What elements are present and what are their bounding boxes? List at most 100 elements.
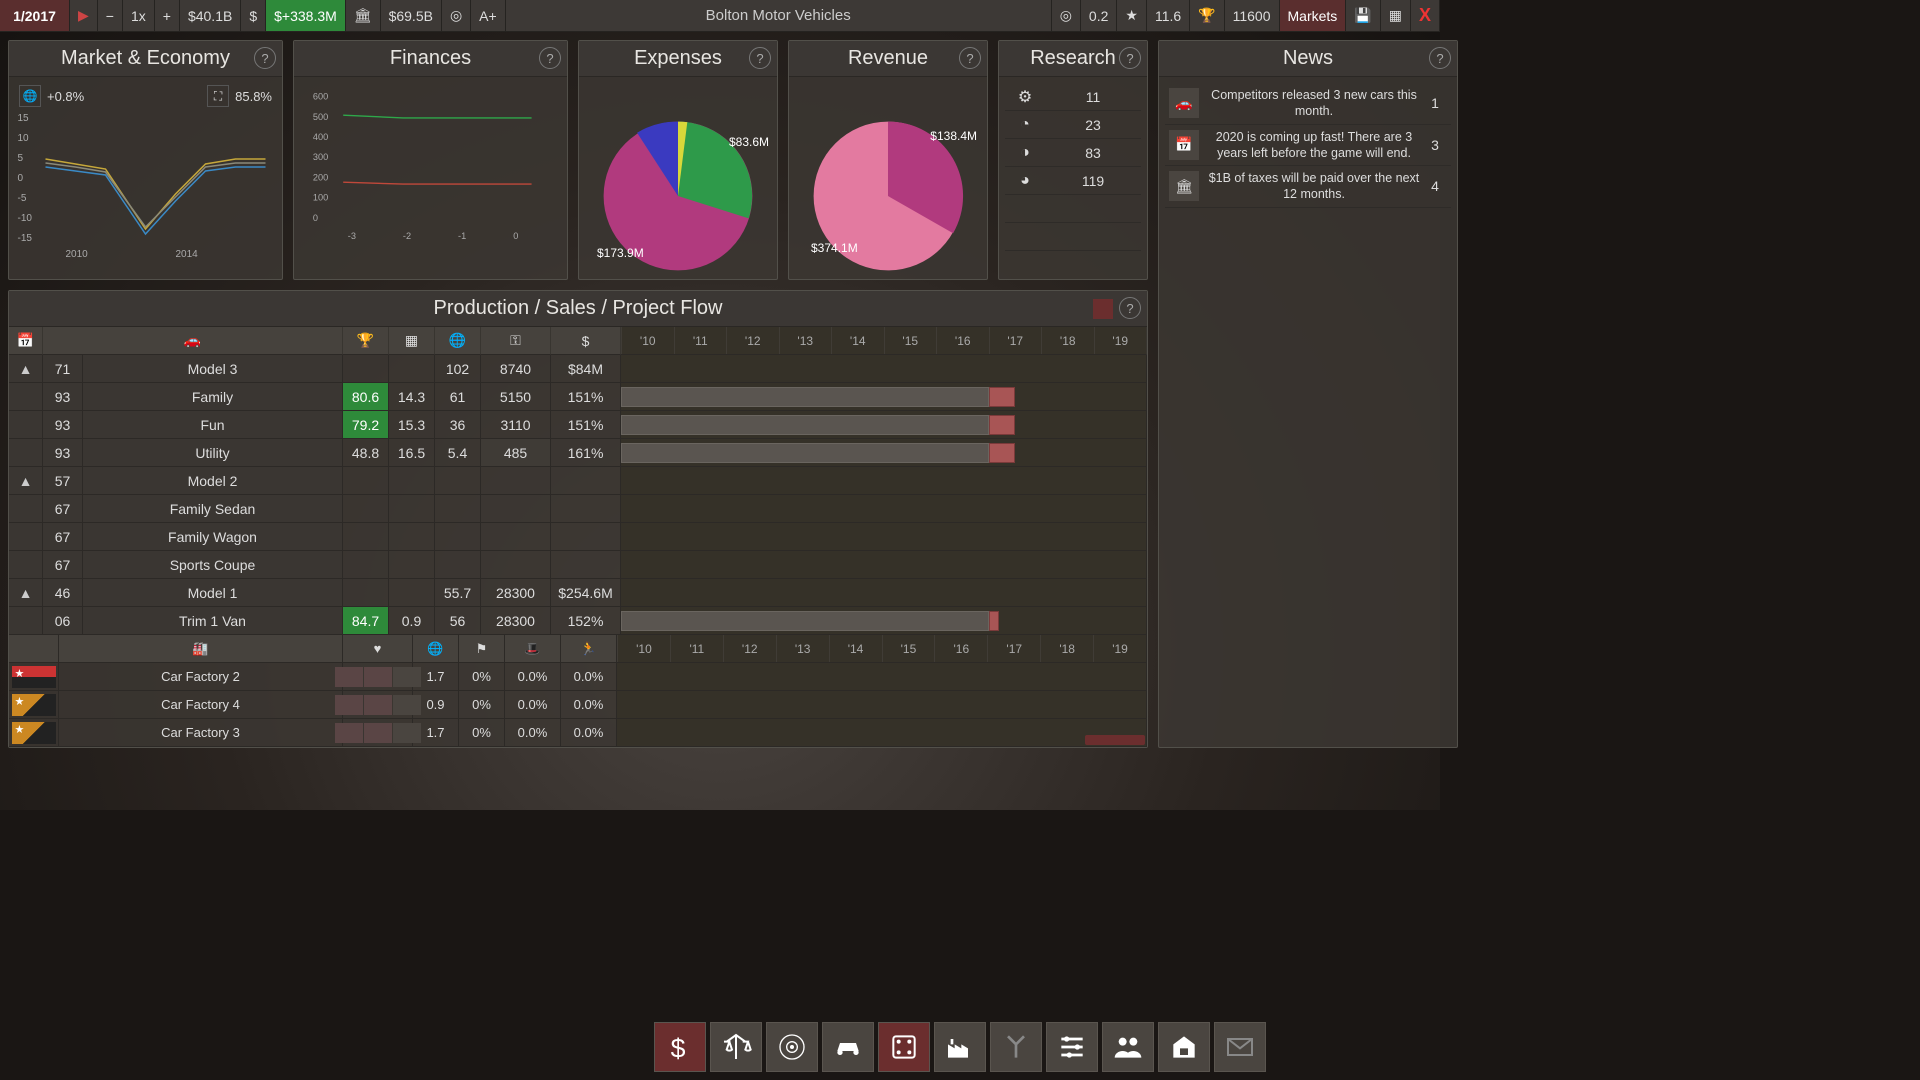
expand-toggle[interactable] <box>9 411 43 439</box>
cell: 48.8 <box>343 439 389 467</box>
news-item[interactable]: 📅 2020 is coming up fast! There are 3 ye… <box>1165 125 1451 167</box>
cell: 151% <box>551 383 621 411</box>
trophy-col-icon[interactable]: 🏆 <box>343 327 389 355</box>
table-row[interactable]: 06Trim 1 Van 84.7 0.9 56 28300 152% <box>9 607 1147 635</box>
year-label: '16 <box>936 327 989 354</box>
row-name: 67Family Wagon <box>43 523 343 551</box>
cell: 14.3 <box>389 383 435 411</box>
close-button[interactable]: X <box>1411 0 1440 31</box>
nav-target-button[interactable] <box>766 1022 818 1072</box>
timeline[interactable] <box>621 383 1147 411</box>
svg-text:-3: -3 <box>348 231 356 241</box>
table-row[interactable]: ▲ 57Model 2 <box>9 467 1147 495</box>
research-row[interactable]: ◕ 119 <box>1005 167 1141 195</box>
table-row[interactable]: ▲ 71Model 3 102 8740 $84M <box>9 355 1147 383</box>
table-row[interactable]: 93Fun 79.2 15.3 36 3110 151% <box>9 411 1147 439</box>
hat-icon[interactable]: 🎩 <box>505 635 561 663</box>
factory-row[interactable]: Car Factory 2 1.7 0% 0.0% 0.0% <box>9 663 1147 691</box>
research-row[interactable] <box>1005 195 1141 223</box>
factory-row[interactable]: Car Factory 3 1.7 0% 0.0% 0.0% <box>9 719 1147 747</box>
factory-name: Car Factory 4 <box>59 691 343 719</box>
expand-toggle[interactable] <box>9 523 43 551</box>
expand-toggle[interactable] <box>9 551 43 579</box>
fullscreen-icon[interactable]: ⛶ <box>207 85 229 107</box>
help-icon[interactable]: ? <box>1119 297 1141 319</box>
nav-car-button[interactable] <box>822 1022 874 1072</box>
calendar-icon[interactable]: 📅 <box>9 327 43 355</box>
cell <box>435 523 481 551</box>
table-header: 📅 🚗 🏆 ▦ 🌐 ⚿ $ '10'11'12'13'14'15'16'17'1… <box>9 327 1147 355</box>
expand-toggle[interactable] <box>9 607 43 635</box>
cell: 151% <box>551 411 621 439</box>
timeline[interactable] <box>617 719 1147 747</box>
table-row[interactable]: 67Sports Coupe <box>9 551 1147 579</box>
timeline[interactable] <box>621 439 1147 467</box>
nav-dice-button[interactable] <box>878 1022 930 1072</box>
table-row[interactable]: 67Family Wagon <box>9 523 1147 551</box>
timeline[interactable] <box>621 467 1147 495</box>
help-icon[interactable]: ? <box>539 47 561 69</box>
news-item[interactable]: 🚗 Competitors released 3 new cars this m… <box>1165 83 1451 125</box>
help-icon[interactable]: ? <box>959 47 981 69</box>
play-button[interactable]: ▶ <box>70 0 98 31</box>
help-icon[interactable]: ? <box>1429 47 1451 69</box>
factory-row[interactable]: Car Factory 4 0.9 0% 0.0% 0.0% <box>9 691 1147 719</box>
timeline[interactable] <box>621 411 1147 439</box>
heart-icon[interactable]: ♥ <box>343 635 413 663</box>
research-row[interactable] <box>1005 223 1141 251</box>
table-row[interactable]: 93Family 80.6 14.3 61 5150 151% <box>9 383 1147 411</box>
globe-col-icon[interactable]: 🌐 <box>435 327 481 355</box>
speed-up-button[interactable]: + <box>155 0 180 31</box>
timeline[interactable] <box>621 579 1147 607</box>
save-icon[interactable]: 💾 <box>1346 0 1380 31</box>
pie-label: $374.1M <box>811 241 858 255</box>
company-name: Bolton Motor Vehicles <box>506 0 1052 31</box>
research-row[interactable]: ◑ 83 <box>1005 139 1141 167</box>
globe-icon: 🌐 <box>19 85 41 107</box>
timeline[interactable] <box>621 551 1147 579</box>
table-row[interactable]: 67Family Sedan <box>9 495 1147 523</box>
flag-col-icon[interactable]: ⚑ <box>459 635 505 663</box>
key-col-icon[interactable]: ⚿ <box>481 327 551 355</box>
markets-button[interactable]: Markets <box>1280 0 1347 31</box>
speed-down-button[interactable]: − <box>98 0 123 31</box>
expand-toggle[interactable]: ▲ <box>9 579 43 607</box>
nav-sliders-button[interactable] <box>1046 1022 1098 1072</box>
scrollbar[interactable] <box>1085 735 1145 745</box>
menu-icon[interactable]: ▦ <box>1381 0 1411 31</box>
table-row[interactable]: ▲ 46Model 1 55.7 28300 $254.6M <box>9 579 1147 607</box>
expand-toggle[interactable]: ▲ <box>9 355 43 383</box>
nav-building-button[interactable] <box>1158 1022 1210 1072</box>
research-row[interactable]: ⚙ 11 <box>1005 83 1141 111</box>
timeline[interactable] <box>621 523 1147 551</box>
help-icon[interactable]: ? <box>749 47 771 69</box>
expand-toggle[interactable] <box>9 439 43 467</box>
help-icon[interactable]: ? <box>1119 47 1141 69</box>
timeline[interactable] <box>621 607 1147 635</box>
runner-icon[interactable]: 🏃 <box>561 635 617 663</box>
table-row[interactable]: 93Utility 48.8 16.5 5.4 485 161% <box>9 439 1147 467</box>
expand-toggle[interactable] <box>9 495 43 523</box>
nav-people-button[interactable] <box>1102 1022 1154 1072</box>
help-icon[interactable]: ? <box>254 47 276 69</box>
timeline[interactable] <box>621 355 1147 383</box>
globe-icon[interactable]: 🌐 <box>413 635 459 663</box>
timeline[interactable] <box>621 495 1147 523</box>
news-item[interactable]: 🏛 $1B of taxes will be paid over the nex… <box>1165 166 1451 208</box>
expand-toggle[interactable]: ▲ <box>9 467 43 495</box>
nav-branch-button[interactable] <box>990 1022 1042 1072</box>
panel-toggle[interactable] <box>1093 299 1113 319</box>
timeline[interactable] <box>617 663 1147 691</box>
expand-toggle[interactable] <box>9 383 43 411</box>
cell: 0.0% <box>561 691 617 719</box>
nav-balance-button[interactable] <box>710 1022 762 1072</box>
car-icon: 🚗 <box>43 327 343 355</box>
nav-mail-button[interactable] <box>1214 1022 1266 1072</box>
column-icon[interactable]: ▦ <box>389 327 435 355</box>
timeline[interactable] <box>617 691 1147 719</box>
dollar-col-icon[interactable]: $ <box>551 327 621 355</box>
nav-finance-button[interactable]: $ <box>654 1022 706 1072</box>
nav-factory-button[interactable] <box>934 1022 986 1072</box>
research-row[interactable]: ◔ 23 <box>1005 111 1141 139</box>
pie-label: $173.9M <box>597 246 644 260</box>
